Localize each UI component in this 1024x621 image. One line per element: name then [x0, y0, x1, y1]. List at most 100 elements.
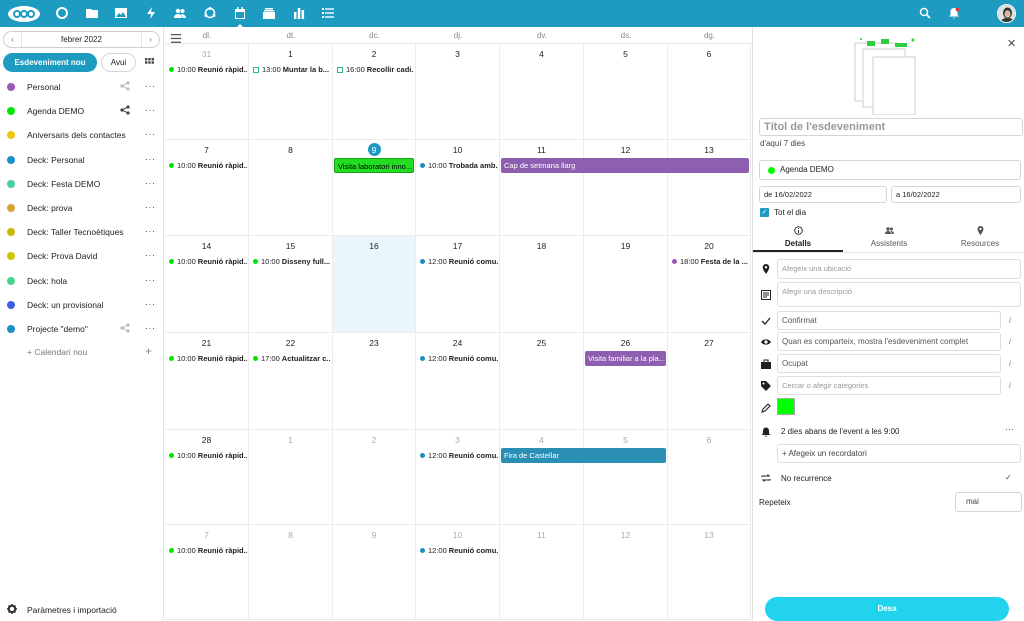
day-cell[interactable]: 3	[416, 44, 500, 140]
calendar-event[interactable]: 10:00 Reunió ràpid...	[169, 256, 247, 267]
busy-select[interactable]: Ocupat	[777, 354, 1001, 373]
calendar-item[interactable]: Deck: Personal ···	[0, 148, 164, 172]
calendar-event[interactable]: 12:00 Reunió comu...	[420, 450, 498, 461]
day-cell[interactable]: 23	[333, 333, 416, 430]
deck-icon[interactable]	[262, 6, 276, 20]
day-cell[interactable]: 21	[165, 333, 249, 430]
calendar-item[interactable]: Deck: Prova David ···	[0, 244, 164, 268]
day-cell[interactable]: 11	[500, 525, 584, 620]
view-grid-icon[interactable]	[145, 58, 154, 67]
day-cell[interactable]: 22	[249, 333, 333, 430]
day-number[interactable]: 8	[249, 145, 332, 155]
day-number[interactable]: 8	[249, 530, 332, 540]
more-icon[interactable]: ···	[145, 105, 156, 115]
day-number[interactable]: 25	[500, 338, 583, 348]
calendar-select[interactable]: Agenda DEMO	[759, 160, 1021, 180]
day-cell[interactable]: 5	[584, 430, 668, 525]
calendar-color-dot[interactable]	[7, 83, 15, 91]
calendar-event[interactable]: 17:00 Actualitzar c...	[253, 353, 331, 364]
day-number[interactable]: 13	[668, 145, 750, 155]
more-icon[interactable]: ···	[145, 202, 156, 212]
day-cell[interactable]: 4	[500, 44, 584, 140]
day-cell[interactable]: 9	[333, 525, 416, 620]
calendar-event[interactable]: 10:00 Reunió ràpid...	[169, 545, 247, 556]
day-number[interactable]: 3	[416, 49, 499, 59]
more-icon[interactable]: ···	[145, 275, 156, 285]
calendar-event-bar[interactable]: Cap de setmana llarg	[501, 158, 749, 173]
save-button[interactable]: Desa	[765, 597, 1009, 621]
day-cell[interactable]: 24	[416, 333, 500, 430]
description-input[interactable]: Afegir una descripció	[777, 282, 1021, 307]
chevron-left-icon[interactable]: ‹	[4, 32, 21, 47]
day-number[interactable]: 24	[416, 338, 499, 348]
day-cell[interactable]: 12	[584, 525, 668, 620]
day-cell[interactable]: 11	[500, 140, 584, 236]
activity-icon[interactable]	[144, 6, 158, 20]
new-calendar-link[interactable]: + Calendari nou	[27, 347, 87, 357]
calendar-item[interactable]: Aniversaris dels contactes ···	[0, 123, 164, 147]
day-cell[interactable]: 14	[165, 236, 249, 333]
checkmark-icon[interactable]: ✓	[1005, 473, 1012, 482]
calendar-event-bar[interactable]: Visita familiar a la pla...	[585, 351, 666, 366]
day-number[interactable]: 11	[500, 145, 583, 155]
calendar-event[interactable]: 10:00 Reunió ràpid...	[169, 450, 247, 461]
files-icon[interactable]	[85, 6, 99, 20]
calendar-item[interactable]: Deck: hola ···	[0, 269, 164, 293]
day-cell[interactable]: 10	[416, 140, 500, 236]
calendar-color-dot[interactable]	[7, 228, 15, 237]
visibility-select[interactable]: Quan es comparteix, mostra l'esdevenimen…	[777, 332, 1001, 351]
day-number[interactable]: 15	[249, 241, 332, 251]
day-cell[interactable]: 17	[416, 236, 500, 333]
day-number[interactable]: 14	[165, 241, 248, 251]
calendar-item[interactable]: Deck: un provisional ···	[0, 293, 164, 317]
calendar-item[interactable]: Agenda DEMO ···	[0, 99, 164, 123]
day-cell[interactable]: 2	[333, 44, 416, 140]
calendar-event[interactable]: 18:00 Festa de la ...	[672, 256, 749, 267]
more-icon[interactable]: ···	[145, 299, 156, 309]
share-icon[interactable]	[120, 81, 130, 91]
calendar-color-dot[interactable]	[7, 131, 15, 140]
day-cell[interactable]: 8	[249, 525, 333, 620]
day-number[interactable]: 12	[584, 145, 667, 155]
day-number[interactable]: 10	[416, 145, 499, 155]
calendar-item[interactable]: Deck: Festa DEMO ···	[0, 172, 164, 196]
day-number[interactable]: 2	[333, 49, 415, 59]
more-icon[interactable]: ···	[145, 81, 156, 91]
day-number[interactable]: 5	[584, 435, 667, 445]
day-cell[interactable]: 16	[333, 236, 416, 333]
day-number[interactable]: 7	[165, 530, 248, 540]
day-cell[interactable]: 15	[249, 236, 333, 333]
calendar-event[interactable]: 10:00 Reunió ràpid...	[169, 353, 247, 364]
more-icon[interactable]: ···	[145, 129, 156, 139]
calendar-item[interactable]: Deck: prova ···	[0, 196, 164, 220]
location-input[interactable]: Afegeix una ubicació	[777, 259, 1021, 279]
event-color-swatch[interactable]	[777, 398, 795, 415]
info-icon[interactable]: i	[1009, 337, 1011, 346]
day-number[interactable]: 3	[416, 435, 499, 445]
calendar-color-dot[interactable]	[7, 204, 15, 212]
day-cell[interactable]: 28	[165, 430, 249, 525]
day-cell[interactable]: 8	[249, 140, 333, 236]
calendar-event[interactable]: 12:00 Reunió comu...	[420, 545, 498, 556]
day-number[interactable]: 4	[500, 435, 583, 445]
calendar-color-dot[interactable]	[7, 276, 15, 285]
day-number[interactable]: 7	[165, 145, 248, 155]
day-cell[interactable]: 10	[416, 525, 500, 620]
calendar-event[interactable]: 10:00 Reunió ràpid...	[169, 64, 247, 75]
share-icon[interactable]	[120, 105, 130, 115]
photos-icon[interactable]	[114, 6, 128, 20]
calendar-color-dot[interactable]	[7, 107, 15, 116]
tab-attendees[interactable]: Assistents	[844, 224, 934, 252]
status-select[interactable]: Confirmat	[777, 311, 1001, 330]
day-cell[interactable]: 4	[500, 430, 584, 525]
day-number[interactable]: 1	[249, 49, 332, 59]
day-number[interactable]: 18	[500, 241, 583, 251]
day-cell[interactable]: 7	[165, 140, 249, 236]
day-cell[interactable]: 6	[668, 430, 751, 525]
month-picker[interactable]: ‹ febrer 2022 ›	[3, 31, 160, 48]
search-icon[interactable]	[918, 6, 932, 20]
more-icon[interactable]: ···	[1005, 425, 1015, 434]
day-cell[interactable]: 12	[584, 140, 668, 236]
day-cell[interactable]: 20	[668, 236, 751, 333]
day-number[interactable]: 11	[500, 530, 583, 540]
